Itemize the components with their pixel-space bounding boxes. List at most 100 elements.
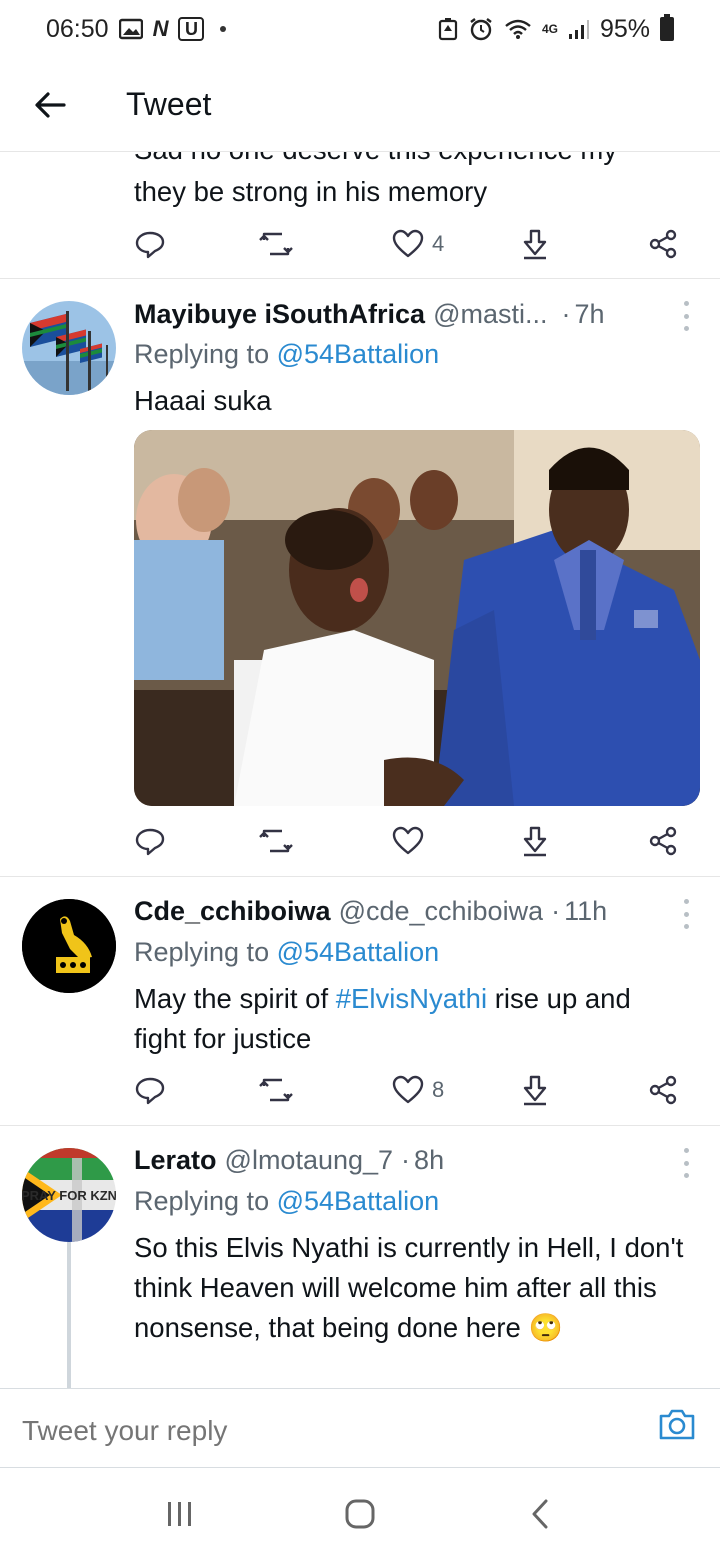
display-name[interactable]: Lerato (134, 1145, 217, 1176)
replying-to: Replying to @54Battalion (134, 339, 439, 370)
more-options-button[interactable] (680, 899, 692, 929)
user-handle[interactable]: @cde_cchiboiwa (339, 896, 544, 927)
replying-prefix: Replying to (134, 937, 270, 967)
tweet-header: Mayibuye iSouthAfrica @masti... · 7h (134, 296, 690, 332)
avatar[interactable] (22, 899, 116, 993)
camera-icon (659, 1409, 695, 1440)
avatar[interactable]: PRAY FOR KZN (22, 1148, 116, 1242)
tweet-photo[interactable] (134, 430, 700, 806)
home-button[interactable] (335, 1489, 385, 1539)
tweet-text: May the spirit of #ElvisNyathi rise up a… (134, 979, 684, 1059)
battery-icon (660, 14, 674, 41)
tweet-image (134, 430, 700, 806)
heart-icon (392, 229, 424, 258)
separator-dot: · (561, 298, 571, 329)
user-handle[interactable]: @lmotaung_7 (225, 1145, 394, 1176)
share-button[interactable] (648, 224, 678, 264)
more-options-button[interactable] (680, 301, 692, 331)
like-count: 4 (432, 231, 445, 256)
retweet-icon (259, 829, 293, 853)
notification-dot (220, 26, 227, 32)
thread-line (67, 1242, 71, 1388)
tweet-text-part: May the spirit of (134, 983, 336, 1014)
download-button[interactable] (520, 1070, 550, 1110)
eye-roll-emoji: 🙄 (528, 1312, 563, 1343)
replying-to: Replying to @54Battalion (134, 937, 439, 968)
tweet-text-body: So this Elvis Nyathi is currently in Hel… (134, 1232, 684, 1343)
tweet-actions: 4 (134, 224, 682, 264)
camera-button[interactable] (658, 1407, 696, 1443)
reply-icon (135, 231, 165, 259)
avatar-text: PRAY FOR KZN (22, 1188, 116, 1203)
network-type: 4G (541, 22, 558, 36)
like-button[interactable]: 8 (392, 1070, 444, 1110)
wifi-icon (504, 17, 532, 41)
tweet-text: Haaai suka (134, 385, 272, 416)
tweet-cde-cchiboiwa[interactable]: Cde_cchiboiwa @cde_cchiboiwa · 11h Reply… (0, 877, 720, 1126)
u-app-icon: U (178, 17, 205, 41)
heart-icon (392, 1075, 424, 1104)
home-icon (345, 1499, 375, 1529)
page-title: Tweet (126, 86, 212, 122)
signal-icon (568, 17, 590, 41)
like-button[interactable]: 4 (392, 224, 444, 264)
battery-percent: 95% (599, 14, 650, 43)
like-count: 8 (432, 1077, 445, 1102)
flags-avatar-image (22, 301, 116, 395)
tweet-actions: 8 (134, 1070, 682, 1110)
system-back-button[interactable] (515, 1489, 565, 1539)
status-time: 06:50 (46, 14, 109, 43)
download-button[interactable] (520, 821, 550, 861)
mention-link[interactable]: @54Battalion (277, 937, 440, 967)
alarm-icon (468, 17, 494, 41)
replying-prefix: Replying to (134, 339, 270, 369)
replying-to: Replying to @54Battalion (134, 1186, 439, 1217)
share-icon (649, 826, 677, 856)
reply-button[interactable] (134, 1070, 166, 1110)
system-nav-bar (0, 1468, 720, 1560)
zimbabwe-bird-avatar-image (22, 899, 116, 993)
download-icon (523, 1075, 547, 1106)
status-bar: 06:50 N U 4G 95% (0, 0, 720, 58)
retweet-button[interactable] (258, 224, 294, 264)
hashtag-link[interactable]: #ElvisNyathi (336, 983, 487, 1014)
more-options-button[interactable] (680, 1148, 692, 1178)
recent-apps-button[interactable] (155, 1489, 205, 1539)
retweet-icon (259, 232, 293, 256)
reply-button[interactable] (134, 821, 166, 861)
gallery-icon (118, 17, 143, 41)
timestamp: 8h (414, 1144, 445, 1175)
reply-composer (0, 1388, 720, 1468)
retweet-icon (259, 1078, 293, 1102)
heart-icon (392, 826, 424, 855)
display-name[interactable]: Cde_cchiboiwa (134, 896, 331, 927)
share-button[interactable] (648, 821, 678, 861)
mention-link[interactable]: @54Battalion (277, 1186, 440, 1216)
retweet-button[interactable] (258, 821, 294, 861)
pray-for-kzn-avatar-image: PRAY FOR KZN (22, 1148, 116, 1242)
tweet-feed[interactable]: Sad no one deserve this experience my th… (0, 152, 720, 1388)
reply-icon (135, 828, 165, 856)
display-name[interactable]: Mayibuye iSouthAfrica (134, 299, 425, 330)
n-app-icon: N (152, 16, 169, 41)
download-button[interactable] (520, 224, 550, 264)
user-handle[interactable]: @masti... (433, 299, 547, 330)
tweet-partial[interactable]: Sad no one deserve this experience my th… (0, 152, 720, 279)
replying-prefix: Replying to (134, 1186, 270, 1216)
arrow-left-icon (35, 91, 66, 118)
reply-button[interactable] (134, 224, 166, 264)
tweet-text-clipped: Sad no one deserve this experience my (134, 152, 684, 170)
tweet-text: So this Elvis Nyathi is currently in Hel… (134, 1228, 684, 1348)
share-button[interactable] (648, 1070, 678, 1110)
reply-input[interactable] (22, 1415, 582, 1447)
like-button[interactable] (392, 821, 424, 861)
mention-link[interactable]: @54Battalion (277, 339, 440, 369)
battery-saver-icon (438, 17, 458, 41)
retweet-button[interactable] (258, 1070, 294, 1110)
separator-dot: · (551, 895, 561, 926)
back-button[interactable] (32, 87, 68, 123)
timestamp: 7h (574, 298, 605, 329)
share-icon (649, 229, 677, 259)
tweet-mayibuye[interactable]: Mayibuye iSouthAfrica @masti... · 7h Rep… (0, 279, 720, 877)
avatar[interactable] (22, 301, 116, 395)
